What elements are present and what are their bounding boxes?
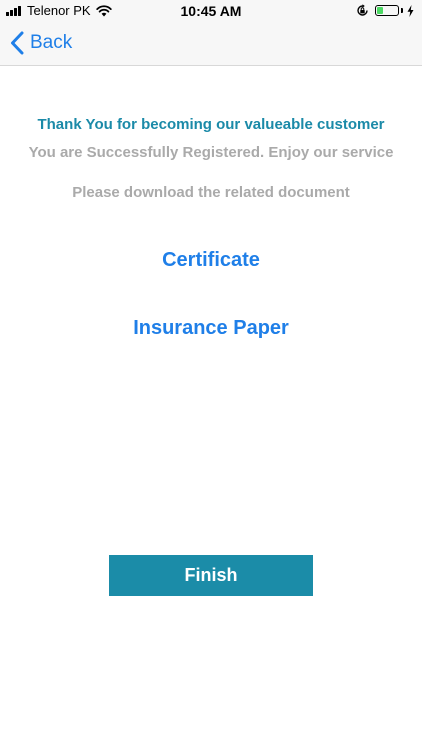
battery-tip [401, 8, 403, 13]
thank-you-message: Thank You for becoming our valueable cus… [37, 116, 385, 133]
back-button[interactable]: Back [10, 31, 72, 55]
back-button-label: Back [30, 32, 73, 53]
insurance-paper-link[interactable]: Insurance Paper [0, 317, 422, 340]
download-prompt: Please download the related document [72, 184, 350, 201]
chevron-left-icon [11, 31, 24, 55]
orientation-lock-icon [357, 4, 368, 16]
finish-button[interactable]: Finish [109, 555, 313, 596]
navigation-bar: Back [0, 22, 422, 66]
charging-bolt-icon [407, 4, 414, 17]
registered-message: You are Successfully Registered. Enjoy o… [28, 144, 394, 161]
battery-icon [375, 5, 399, 16]
status-bar: Telenor PK 10:45 AM [0, 0, 422, 22]
status-bar-right [356, 4, 414, 17]
certificate-link[interactable]: Certificate [0, 249, 422, 272]
battery-level-fill [377, 7, 383, 14]
